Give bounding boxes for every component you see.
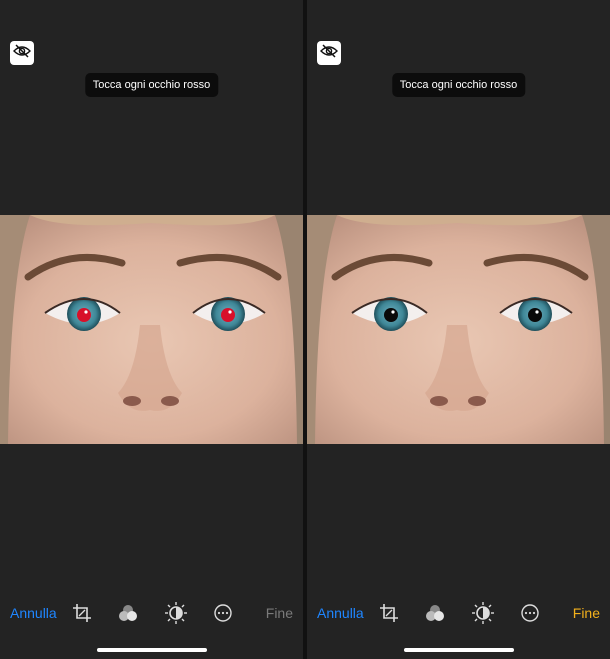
- pupil-left: [77, 308, 91, 322]
- edit-toolbar: Annulla Fine: [307, 596, 610, 630]
- split-comparison: Tocca ogni occhio rosso Annulla Fine Toc…: [0, 0, 610, 659]
- edit-toolbar: Annulla Fine: [0, 596, 303, 630]
- eye-slash-icon: [13, 43, 31, 63]
- filters-icon[interactable]: [423, 596, 447, 630]
- more-icon[interactable]: [211, 596, 235, 630]
- adjust-icon[interactable]: [471, 596, 495, 630]
- home-indicator: [96, 648, 207, 652]
- red-eye-toggle-button[interactable]: [317, 41, 341, 65]
- instruction-tooltip: Tocca ogni occhio rosso: [84, 73, 219, 97]
- editor-panel-after: Tocca ogni occhio rosso Annulla Fine: [307, 0, 610, 659]
- instruction-tooltip: Tocca ogni occhio rosso: [391, 73, 526, 97]
- home-indicator: [403, 648, 514, 652]
- crop-icon[interactable]: [377, 596, 401, 630]
- adjust-icon[interactable]: [164, 596, 188, 630]
- cancel-button[interactable]: Annulla: [10, 596, 57, 630]
- done-button[interactable]: Fine: [573, 596, 600, 630]
- editor-panel-before: Tocca ogni occhio rosso Annulla Fine: [0, 0, 303, 659]
- crop-icon[interactable]: [70, 596, 94, 630]
- cancel-button[interactable]: Annulla: [317, 596, 364, 630]
- pupil-left: [384, 308, 398, 322]
- red-eye-toggle-button[interactable]: [10, 41, 34, 65]
- face-photo-after[interactable]: [307, 215, 610, 444]
- more-icon[interactable]: [518, 596, 542, 630]
- face-photo-before[interactable]: [0, 215, 303, 444]
- pupil-right: [221, 308, 235, 322]
- done-button[interactable]: Fine: [266, 596, 293, 630]
- pupil-right: [528, 308, 542, 322]
- eye-slash-icon: [320, 43, 338, 63]
- filters-icon[interactable]: [116, 596, 140, 630]
